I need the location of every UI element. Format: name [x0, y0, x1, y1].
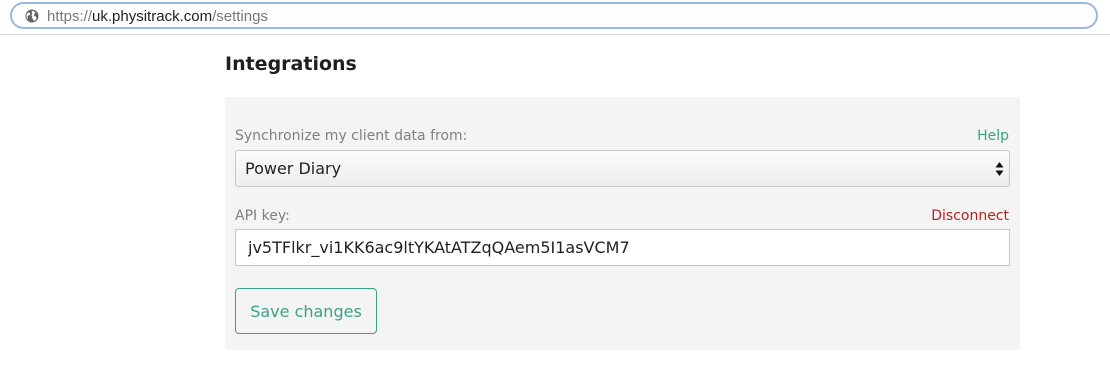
url-scheme: https://	[47, 8, 93, 25]
integrations-panel: Synchronize my client data from: Help Po…	[225, 97, 1020, 350]
page-title: Integrations	[225, 53, 357, 75]
url-text: https://uk.physitrack.com/settings	[47, 8, 268, 26]
sync-label: Synchronize my client data from:	[235, 128, 468, 144]
disconnect-link[interactable]: Disconnect	[931, 208, 1009, 224]
url-path: /settings	[212, 8, 268, 25]
provider-select[interactable]: Power Diary	[235, 150, 1010, 187]
up-down-arrows-icon	[995, 162, 1004, 176]
browser-toolbar: https://uk.physitrack.com/settings	[0, 0, 1110, 35]
api-key-label: API key:	[235, 208, 290, 224]
provider-selected-value: Power Diary	[245, 159, 342, 178]
globe-icon	[25, 9, 39, 23]
api-key-input[interactable]	[235, 229, 1010, 266]
help-link[interactable]: Help	[977, 128, 1009, 144]
address-bar[interactable]: https://uk.physitrack.com/settings	[10, 2, 1098, 29]
url-host: uk.physitrack.com	[92, 8, 213, 25]
save-changes-button[interactable]: Save changes	[235, 288, 377, 334]
